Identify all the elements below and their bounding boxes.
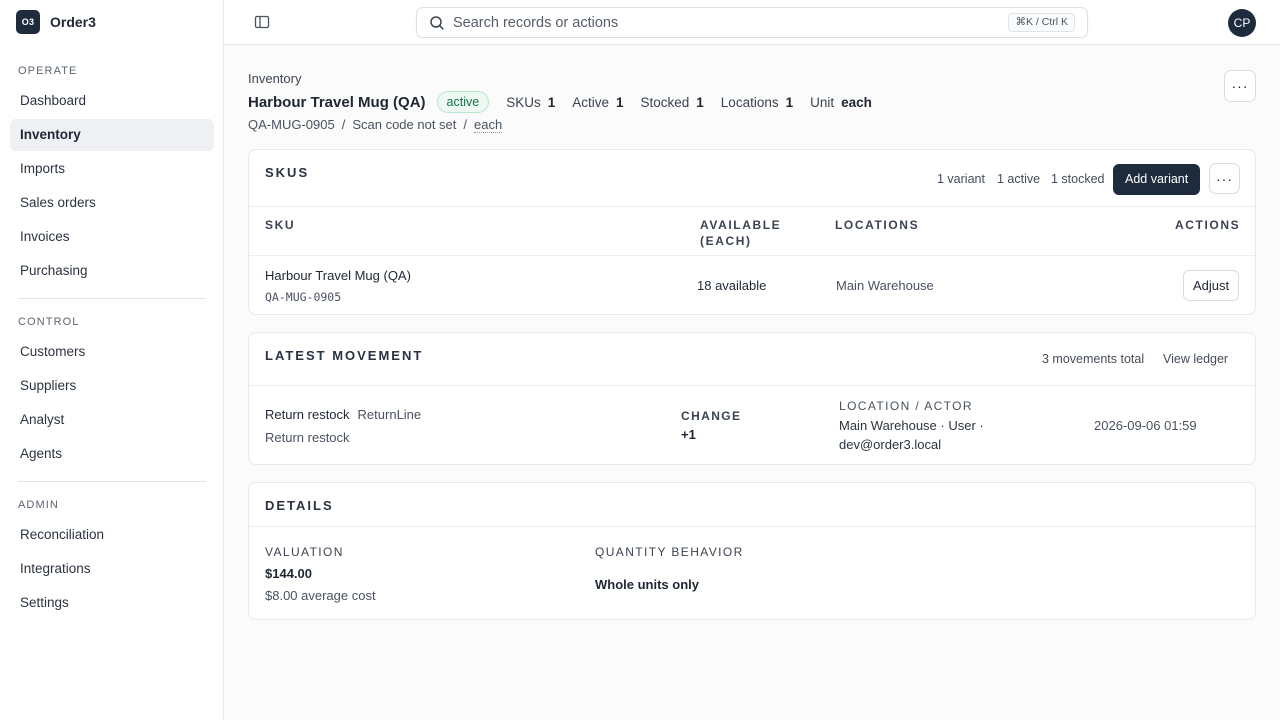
stat-unit: Unit each <box>810 94 872 110</box>
sidebar-item-suppliers[interactable]: Suppliers <box>10 370 214 402</box>
brand-logo: O3 <box>16 10 40 34</box>
change-value: +1 <box>681 427 696 442</box>
search-icon <box>430 16 444 30</box>
divider <box>249 385 1255 386</box>
valuation-label: VALUATION <box>265 545 344 559</box>
skus-more-button[interactable]: ··· <box>1209 163 1240 194</box>
add-variant-button[interactable]: Add variant <box>1113 164 1201 195</box>
nav-divider <box>18 298 206 299</box>
search-shortcut: ⌘K / Ctrl K <box>1008 13 1075 32</box>
movement-timestamp: 2026-09-06 01:59 <box>1094 418 1197 433</box>
avatar[interactable]: CP <box>1228 9 1256 37</box>
movement-type: Return restock ReturnLine <box>265 407 422 422</box>
sidebar-item-analyst[interactable]: Analyst <box>10 404 214 436</box>
column-header-available: AVAILABLE (EACH) <box>700 218 782 248</box>
divider <box>249 255 1255 256</box>
adjust-button[interactable]: Adjust <box>1183 270 1240 301</box>
details-card: DETAILS VALUATION $144.00 $8.00 average … <box>248 482 1256 620</box>
column-header-locations: LOCATIONS <box>835 218 920 232</box>
stat-active: Active 1 <box>572 94 624 110</box>
stat-skus: SKUs 1 <box>506 94 556 110</box>
skus-title: SKUS <box>265 165 310 180</box>
location-actor-line2: dev@order3.local <box>839 437 942 452</box>
sku-code: QA-MUG-0905 <box>248 117 335 132</box>
valuation-value: $144.00 <box>265 566 312 581</box>
movement-card: LATEST MOVEMENT 3 movements total View l… <box>248 332 1256 465</box>
divider <box>249 206 1255 207</box>
stat-locations: Locations 1 <box>720 94 794 110</box>
breadcrumb[interactable]: Inventory <box>248 71 301 86</box>
nav-section-admin: ADMIN Reconciliation Integrations Settin… <box>0 497 224 619</box>
sku-name[interactable]: Harbour Travel Mug (QA) <box>265 268 411 283</box>
sku-code: QA-MUG-0905 <box>265 290 342 304</box>
column-header-sku: SKU <box>265 218 296 232</box>
quantity-behavior-label: QUANTITY BEHAVIOR <box>595 545 744 559</box>
available-quantity: 18 available <box>697 278 767 293</box>
sidebar-toggle-icon[interactable] <box>254 14 270 30</box>
page-title: Harbour Travel Mug (QA) <box>248 93 426 111</box>
brand-name: Order3 <box>50 14 96 30</box>
sidebar-item-sales-orders[interactable]: Sales orders <box>10 187 214 219</box>
item-identifiers: QA-MUG-0905 / Scan code not set / each <box>248 117 503 133</box>
sidebar-item-invoices[interactable]: Invoices <box>10 221 214 253</box>
variant-count: 1 variant <box>937 172 985 186</box>
sidebar-item-dashboard[interactable]: Dashboard <box>10 85 214 117</box>
active-count: 1 active <box>997 172 1041 186</box>
separator: / <box>463 117 468 132</box>
nav-section-operate: OPERATE Dashboard Inventory Imports Sale… <box>0 63 224 287</box>
sidebar-item-agents[interactable]: Agents <box>10 438 214 470</box>
separator: / <box>341 117 346 132</box>
sidebar: O3 Order3 OPERATE Dashboard Inventory Im… <box>0 0 224 720</box>
sidebar-item-inventory[interactable]: Inventory <box>10 119 214 151</box>
nav-divider <box>18 481 206 482</box>
sidebar-item-purchasing[interactable]: Purchasing <box>10 255 214 287</box>
column-header-actions: ACTIONS <box>1175 218 1241 232</box>
sku-location: Main Warehouse <box>836 278 934 293</box>
location-actor-label: LOCATION / ACTOR <box>839 399 973 413</box>
details-title: DETAILS <box>265 498 334 513</box>
scan-code: Scan code not set <box>352 117 457 132</box>
nav-section-control: CONTROL Customers Suppliers Analyst Agen… <box>0 314 224 470</box>
nav-section-label: OPERATE <box>18 65 78 77</box>
sidebar-item-settings[interactable]: Settings <box>10 587 214 619</box>
location-actor-line1: Main Warehouse · User · <box>839 418 984 433</box>
nav-section-label: CONTROL <box>18 316 80 328</box>
divider <box>249 526 1255 527</box>
sidebar-item-customers[interactable]: Customers <box>10 336 214 368</box>
nav-section-label: ADMIN <box>18 499 59 511</box>
movement-title: LATEST MOVEMENT <box>265 348 424 363</box>
sidebar-item-reconciliation[interactable]: Reconciliation <box>10 519 214 551</box>
brand[interactable]: O3 Order3 <box>0 0 223 44</box>
search-input[interactable]: Search records or actions ⌘K / Ctrl K <box>416 7 1088 38</box>
page-more-button[interactable]: ··· <box>1224 70 1256 102</box>
skus-card: SKUS 1 variant 1 active 1 stocked Add va… <box>248 149 1256 315</box>
unit-value[interactable]: each <box>474 117 503 133</box>
stocked-count: 1 stocked <box>1051 172 1105 186</box>
more-icon: ··· <box>1231 78 1249 94</box>
sidebar-item-integrations[interactable]: Integrations <box>10 553 214 585</box>
topbar: Search records or actions ⌘K / Ctrl K CP <box>224 0 1280 45</box>
title-row: Harbour Travel Mug (QA) active SKUs 1 Act… <box>248 90 872 114</box>
movement-total: 3 movements total <box>1042 352 1145 366</box>
change-label: CHANGE <box>681 409 742 423</box>
view-ledger-link[interactable]: View ledger <box>1163 352 1228 366</box>
search-placeholder: Search records or actions <box>453 15 619 31</box>
stat-stocked: Stocked 1 <box>640 94 704 110</box>
movement-source: ReturnLine <box>357 407 422 422</box>
average-cost: $8.00 average cost <box>265 588 376 603</box>
quantity-behavior-value: Whole units only <box>595 577 699 592</box>
sidebar-item-imports[interactable]: Imports <box>10 153 214 185</box>
more-icon: ··· <box>1216 170 1233 187</box>
status-badge: active <box>436 91 490 113</box>
movement-note: Return restock <box>265 430 350 445</box>
